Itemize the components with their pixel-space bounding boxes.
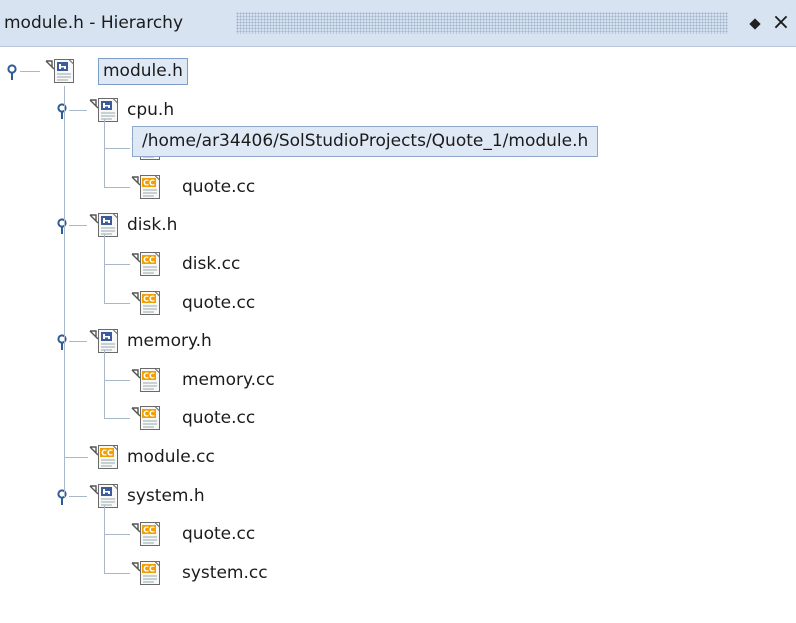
node-label[interactable]: module.cc — [127, 445, 215, 470]
node-label[interactable]: memory.h — [127, 329, 212, 354]
svg-text:CC: CC — [143, 564, 155, 573]
tree-connector-line — [104, 234, 105, 304]
node-label[interactable]: quote.cc — [182, 522, 255, 547]
title-bar-drag-grip[interactable] — [236, 12, 728, 34]
source-file-icon: CC — [130, 521, 164, 547]
close-icon[interactable]: × — [770, 12, 792, 34]
tree-node[interactable]: disk.h — [0, 210, 796, 242]
svg-text:CC: CC — [143, 178, 155, 187]
header-file-icon — [88, 97, 122, 123]
source-file-icon: CC — [130, 174, 164, 200]
tree-connector-line — [104, 572, 130, 574]
tree-connector-line — [104, 418, 130, 420]
tree-connector-line — [69, 109, 87, 111]
expand-toggle-icon[interactable] — [55, 488, 69, 505]
node-label[interactable]: quote.cc — [182, 406, 255, 431]
header-file-icon — [88, 328, 122, 354]
tree-connector-line — [69, 495, 87, 497]
node-label[interactable]: system.cc — [182, 561, 268, 586]
header-file-icon — [44, 58, 78, 84]
tree-node[interactable]: module.h — [0, 56, 796, 88]
tree-connector-line — [104, 264, 130, 265]
expand-toggle-icon[interactable] — [55, 334, 69, 351]
window-title-bar: module.h - Hierarchy × — [0, 0, 796, 47]
tree-node[interactable]: CC quote.cc — [0, 288, 796, 320]
source-file-icon: CC — [130, 405, 164, 431]
node-label[interactable]: disk.h — [127, 213, 177, 238]
pin-diamond-icon[interactable] — [748, 17, 762, 31]
path-tooltip: /home/ar34406/SolStudioProjects/Quote_1/… — [132, 126, 599, 157]
header-file-icon — [88, 483, 122, 509]
tree-node[interactable]: CC system.cc — [0, 558, 796, 590]
svg-text:CC: CC — [143, 371, 155, 380]
node-label[interactable]: disk.cc — [182, 252, 240, 277]
svg-text:CC: CC — [143, 410, 155, 419]
svg-text:CC: CC — [143, 294, 155, 303]
tree-connector-line — [69, 225, 87, 227]
node-label[interactable]: quote.cc — [182, 291, 255, 316]
expand-toggle-icon[interactable] — [55, 218, 69, 235]
selected-node-label[interactable]: module.h — [98, 58, 188, 85]
svg-text:CC: CC — [143, 256, 155, 265]
tree-node[interactable]: CC quote.cc — [0, 172, 796, 204]
tree-connector-line — [20, 71, 40, 72]
source-file-icon: CC — [130, 251, 164, 277]
tree-node[interactable]: CC quote.cc — [0, 519, 796, 551]
tree-connector-line — [64, 86, 65, 497]
window-title: module.h - Hierarchy — [4, 13, 183, 33]
tree-connector-line — [69, 341, 87, 343]
source-file-icon: CC — [130, 367, 164, 393]
source-file-icon: CC — [130, 290, 164, 316]
source-file-icon: CC — [130, 560, 164, 586]
tree-connector-line — [104, 379, 130, 381]
tree-node[interactable]: CC quote.cc — [0, 403, 796, 435]
tree-node[interactable]: cpu.h — [0, 95, 796, 127]
expand-toggle-icon[interactable] — [55, 102, 69, 119]
source-file-icon: CC — [88, 444, 122, 470]
tree-node[interactable]: memory.h — [0, 326, 796, 358]
tree-node[interactable]: CC disk.cc — [0, 249, 796, 281]
svg-text:CC: CC — [143, 526, 155, 535]
tree-node[interactable]: CC module.cc — [0, 442, 796, 474]
tree-connector-line — [64, 457, 88, 458]
tree-connector-line — [104, 504, 105, 574]
tree-connector-line — [104, 302, 130, 304]
node-label[interactable]: system.h — [127, 484, 205, 509]
header-file-icon — [88, 212, 122, 238]
expand-toggle-icon[interactable] — [5, 64, 19, 80]
tree-node[interactable]: system.h — [0, 481, 796, 513]
tree-connector-line — [104, 350, 105, 420]
tree-connector-line — [104, 148, 130, 150]
tree-connector-line — [104, 534, 130, 536]
svg-text:CC: CC — [101, 449, 113, 458]
node-label[interactable]: quote.cc — [182, 175, 255, 200]
tree-connector-line — [104, 186, 130, 188]
tree-node[interactable]: CC memory.cc — [0, 365, 796, 397]
node-label[interactable]: memory.cc — [182, 368, 275, 393]
node-label[interactable]: cpu.h — [127, 98, 174, 123]
tree-connector-line — [104, 118, 105, 188]
